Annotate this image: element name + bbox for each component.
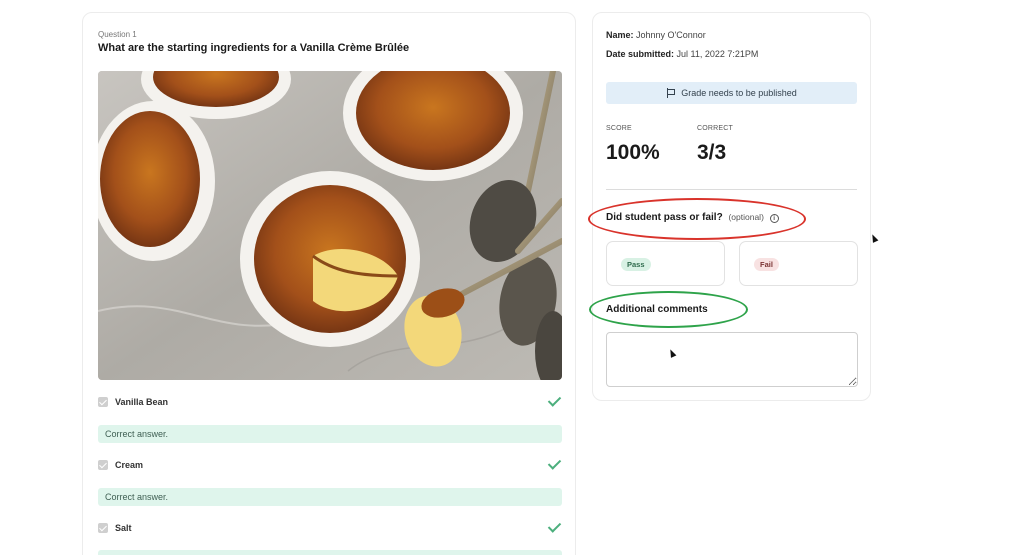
optional-label: (optional) <box>728 212 764 222</box>
name-value: Johnny O'Connor <box>636 30 706 40</box>
pass-fail-question: Did student pass or fail? (optional) i <box>606 212 779 223</box>
student-name: Name: Johnny O'Connor <box>606 30 706 40</box>
publish-notice: Grade needs to be published <box>681 88 797 98</box>
check-icon <box>548 457 560 471</box>
checkbox-checked-icon <box>98 460 108 470</box>
checkbox-checked-icon <box>98 397 108 407</box>
pass-fail-label: Did student pass or fail? <box>606 212 723 223</box>
checkbox-checked-icon <box>98 523 108 533</box>
name-label: Name: <box>606 30 634 40</box>
grading-panel: Name: Johnny O'Connor Date submitted: Ju… <box>592 12 871 401</box>
flag-icon <box>666 88 676 98</box>
answer-row: Cream <box>98 455 562 475</box>
score-label: SCORE <box>606 125 632 132</box>
creme-brulee-photo <box>98 71 562 380</box>
answer-label: Cream <box>115 460 144 470</box>
check-icon <box>548 394 560 408</box>
answer-feedback: Correct answer. <box>98 488 562 506</box>
score-value: 100% <box>606 141 660 164</box>
pass-label: Pass <box>621 258 651 271</box>
answer-feedback <box>98 550 562 555</box>
answer-label: Salt <box>115 523 132 533</box>
question-title: What are the starting ingredients for a … <box>98 42 410 54</box>
additional-comments-input[interactable] <box>606 332 858 387</box>
question-number: Question 1 <box>98 30 137 39</box>
pass-option[interactable]: Pass <box>606 241 725 286</box>
info-icon[interactable]: i <box>769 214 779 223</box>
check-icon <box>548 520 560 534</box>
publish-grade-button[interactable]: Grade needs to be published <box>606 82 857 104</box>
answer-label: Vanilla Bean <box>115 397 169 407</box>
answer-feedback: Correct answer. <box>98 425 562 443</box>
correct-label: CORRECT <box>697 125 734 132</box>
correct-value: 3/3 <box>697 141 727 164</box>
divider <box>606 189 857 190</box>
fail-option[interactable]: Fail <box>739 241 858 286</box>
date-submitted: Date submitted: Jul 11, 2022 7:21PM <box>606 49 758 59</box>
question-card: Question 1 What are the starting ingredi… <box>82 12 576 555</box>
comments-label: Additional comments <box>606 304 708 315</box>
answer-row: Vanilla Bean <box>98 392 562 412</box>
date-label: Date submitted: <box>606 49 675 59</box>
date-value: Jul 11, 2022 7:21PM <box>676 49 759 59</box>
page: Question 1 What are the starting ingredi… <box>0 0 1024 555</box>
fail-label: Fail <box>754 258 779 271</box>
answer-row: Salt <box>98 518 562 538</box>
